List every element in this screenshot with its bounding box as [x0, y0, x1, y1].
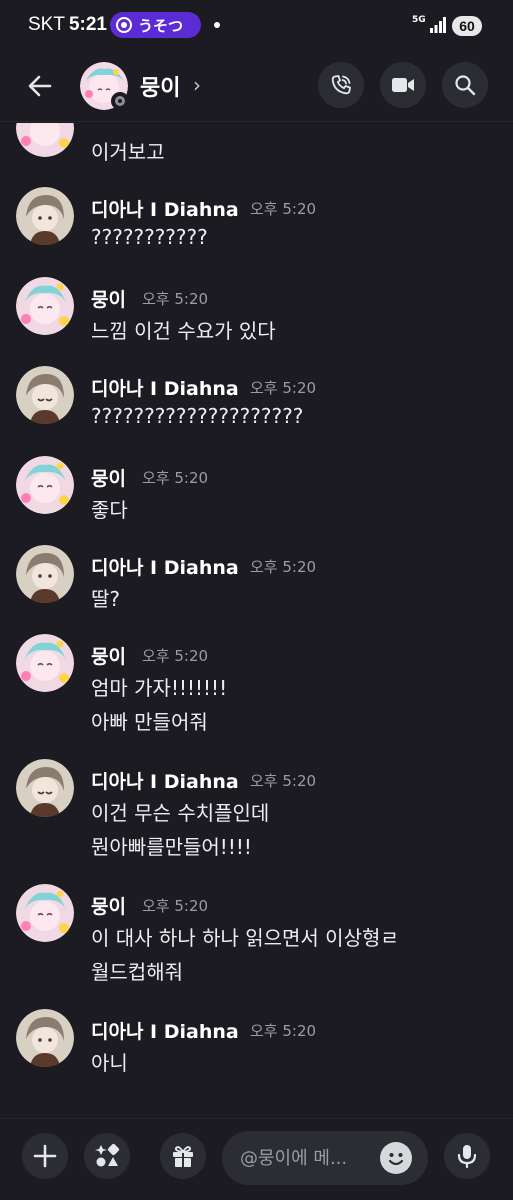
message-group[interactable]: 이거보고 [0, 123, 513, 173]
voice-call-button[interactable] [318, 62, 364, 108]
back-arrow-icon [28, 75, 52, 97]
battery-indicator: 60 [452, 16, 482, 36]
message-line: 월드컵해줘 [91, 960, 183, 984]
channel-header: 뭉이 › [0, 52, 513, 122]
avatar-mung[interactable] [16, 884, 74, 942]
message-list[interactable]: 이거보고 디아나 I Diahna 오후 5:20 ??????????? 뭉이… [0, 123, 513, 1115]
gift-icon [173, 1146, 193, 1167]
network-type: 5G [412, 15, 426, 25]
message-author[interactable]: 뭉이 [91, 285, 126, 312]
avatar-diahna[interactable] [16, 759, 74, 817]
message-group[interactable]: 뭉이 오후 5:20 엄마 가자!!!!!!! 아빠 만들어줘 [0, 632, 513, 747]
message-group[interactable]: 디아나 I Diahna 오후 5:20 ???????????????????… [0, 364, 513, 444]
avatar-diahna-image [16, 187, 74, 245]
message-line: 아빠 만들어줘 [91, 710, 208, 734]
avatar-mung[interactable] [16, 456, 74, 514]
message-timestamp: 오후 5:20 [250, 379, 317, 397]
avatar-diahna[interactable] [16, 366, 74, 424]
message-line: 뭔아빠를만들어!!!! [91, 835, 252, 859]
carrier-name: SKT [28, 14, 65, 35]
status-bar: SKT 5:21 うそつ 5G 60 [0, 0, 513, 52]
channel-name[interactable]: 뭉이 [140, 70, 180, 102]
avatar-mung-image [16, 123, 74, 157]
emoji-button[interactable] [380, 1142, 412, 1174]
message-group[interactable]: 뭉이 오후 5:20 이 대사 하나 하나 읽으면서 이상형ㄹ 월드컵해줘 [0, 882, 513, 997]
avatar-diahna[interactable] [16, 545, 74, 603]
message-timestamp: 오후 5:20 [250, 772, 317, 790]
microphone-icon [457, 1145, 477, 1169]
message-timestamp: 오후 5:20 [250, 200, 317, 218]
phone-call-icon [331, 75, 351, 95]
message-timestamp: 오후 5:20 [142, 290, 209, 308]
avatar-mung[interactable] [16, 277, 74, 335]
message-author[interactable]: 뭉이 [91, 464, 126, 491]
live-activity-label: うそつ [138, 16, 184, 35]
message-line: 아니 [91, 1051, 128, 1075]
message-timestamp: 오후 5:20 [142, 897, 209, 915]
message-line: ??????????? [91, 225, 208, 249]
notification-dot-icon [214, 22, 220, 28]
apps-icon [95, 1143, 120, 1167]
avatar-diahna[interactable] [16, 187, 74, 245]
message-line: 좋다 [91, 498, 128, 522]
message-author[interactable]: 디아나 I Diahna [91, 374, 239, 401]
apps-button[interactable] [84, 1133, 130, 1179]
search-icon [455, 75, 476, 96]
message-group[interactable]: 뭉이 오후 5:20 느낌 이건 수요가 있다 [0, 275, 513, 355]
emoji-icon [388, 1153, 404, 1166]
avatar-mung[interactable] [16, 634, 74, 692]
avatar-mung-image [16, 456, 74, 514]
avatar-mung-image [16, 884, 74, 942]
message-line: 느낌 이건 수요가 있다 [91, 319, 276, 343]
add-attachment-button[interactable] [22, 1133, 68, 1179]
message-group[interactable]: 디아나 I Diahna 오후 5:20 딸? [0, 543, 513, 623]
search-button[interactable] [442, 62, 488, 108]
message-timestamp: 오후 5:20 [142, 469, 209, 487]
avatar-mung[interactable] [16, 123, 74, 157]
gift-button[interactable] [160, 1133, 206, 1179]
message-author[interactable]: 뭉이 [91, 642, 126, 669]
message-timestamp: 오후 5:20 [250, 1022, 317, 1040]
message-line: 엄마 가자!!!!!!! [91, 676, 228, 700]
message-group[interactable]: 디아나 I Diahna 오후 5:20 아니 [0, 1007, 513, 1087]
message-timestamp: 오후 5:20 [142, 647, 209, 665]
voice-message-button[interactable] [444, 1133, 490, 1179]
video-call-button[interactable] [380, 62, 426, 108]
signal-strength-icon [430, 17, 446, 33]
message-composer [0, 1118, 513, 1200]
message-author[interactable]: 디아나 I Diahna [91, 767, 239, 794]
live-activity-pill[interactable]: うそつ [110, 12, 201, 38]
avatar-diahna-image [16, 545, 74, 603]
message-line: 딸? [91, 587, 121, 611]
avatar-diahna-image [16, 1009, 74, 1067]
avatar-mung-image [16, 277, 74, 335]
carrier-and-clock: SKT 5:21 [28, 14, 107, 36]
plus-icon [33, 1144, 57, 1168]
clock: 5:21 [68, 14, 107, 35]
avatar-mung-image [16, 634, 74, 692]
message-line: ???????????????????? [91, 404, 304, 428]
avatar-diahna[interactable] [16, 1009, 74, 1067]
message-author[interactable]: 디아나 I Diahna [91, 553, 239, 580]
message-group[interactable]: 디아나 I Diahna 오후 5:20 이건 무슨 수치플인데 뭔아빠를만들어… [0, 757, 513, 872]
chevron-right-icon[interactable]: › [193, 73, 201, 97]
message-group[interactable]: 뭉이 오후 5:20 좋다 [0, 454, 513, 534]
message-author[interactable]: 디아나 I Diahna [91, 1017, 239, 1044]
message-timestamp: 오후 5:20 [250, 558, 317, 576]
message-line: 이 대사 하나 하나 읽으면서 이상형ㄹ [91, 926, 399, 950]
online-status-icon [111, 92, 129, 110]
message-group[interactable]: 디아나 I Diahna 오후 5:20 ??????????? [0, 185, 513, 265]
video-camera-icon [392, 78, 414, 92]
message-author[interactable]: 뭉이 [91, 892, 126, 919]
avatar-diahna-image [16, 366, 74, 424]
live-activity-icon [116, 17, 132, 33]
message-author[interactable]: 디아나 I Diahna [91, 195, 239, 222]
message-line: 이거보고 [91, 140, 165, 164]
back-button[interactable] [22, 68, 58, 104]
avatar-diahna-image [16, 759, 74, 817]
message-line: 이건 무슨 수치플인데 [91, 801, 270, 825]
